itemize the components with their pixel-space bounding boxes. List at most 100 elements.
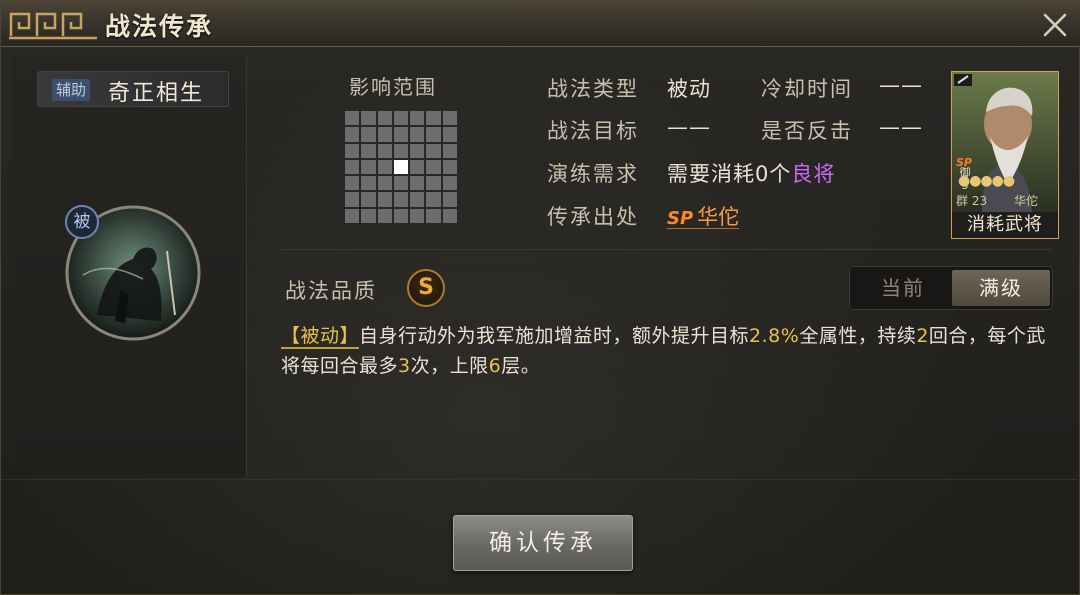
description-text-4: 次，上限 (410, 355, 489, 377)
cooldown-label: 冷却时间 (761, 77, 853, 101)
range-cell (393, 208, 409, 223)
range-cell (410, 192, 425, 207)
range-cell (426, 192, 441, 207)
range-cell (410, 127, 425, 142)
range-cell (345, 111, 360, 126)
range-cell (377, 192, 392, 207)
description-num-4: 6 (488, 355, 502, 377)
range-cell (410, 176, 425, 191)
range-cell (345, 192, 360, 207)
range-cell (393, 192, 409, 207)
range-cell (345, 208, 360, 223)
description-num-3: 3 (398, 355, 411, 377)
target-value: —— (667, 115, 711, 139)
dialog-title: 战法传承 (105, 12, 214, 41)
range-cell (377, 111, 392, 126)
bottom-divider (1, 479, 1080, 480)
drill-value: 需要消耗0个良将 (667, 158, 835, 188)
range-cell (361, 127, 376, 142)
drill-grade: 良将 (791, 162, 836, 186)
cooldown-value: —— (879, 73, 923, 97)
range-grid (345, 111, 457, 223)
skill-description: 【被动】自身行动外为我军施加增益时，额外提升目标2.8%全属性，持续2回合，每个… (281, 321, 1057, 381)
description-num-2: 2 (916, 325, 929, 347)
counter-value: —— (879, 115, 923, 139)
range-cell (377, 208, 392, 223)
source-link[interactable]: SP 华佗 (667, 201, 740, 229)
title-ornament-icon (9, 12, 97, 40)
range-cell (345, 176, 360, 191)
range-cell (442, 192, 457, 207)
range-cell (393, 176, 409, 191)
target-label: 战法目标 (547, 119, 639, 143)
general-sp-badge: SP (956, 156, 972, 169)
counter-label: 是否反击 (761, 119, 853, 143)
range-cell (361, 143, 376, 158)
range-cell (442, 208, 457, 223)
skill-name: 奇正相生 (108, 81, 205, 106)
description-tag: 【被动】 (281, 325, 360, 349)
range-cell (377, 127, 392, 142)
title-bar: 战法传承 (1, 1, 1080, 47)
range-cell (361, 208, 376, 223)
confirm-inherit-button[interactable]: 确认传承 (453, 515, 633, 571)
skill-type-value: 被动 (667, 77, 711, 101)
sp-badge: SP (667, 208, 694, 229)
range-cell (442, 143, 457, 158)
general-stars: ●●●●● (958, 173, 1015, 189)
drill-requirement-text: 需要消耗0个 (667, 162, 792, 186)
range-cell (426, 176, 441, 191)
range-cell-active (393, 159, 409, 175)
range-cell (361, 192, 376, 207)
range-cell (410, 159, 425, 175)
range-cell (393, 111, 409, 126)
source-general-name: 华佗 (697, 205, 740, 229)
range-label: 影响范围 (349, 75, 437, 99)
range-cell (426, 111, 441, 126)
drill-label: 演练需求 (547, 162, 639, 186)
range-cell (377, 143, 392, 158)
range-cell (393, 143, 409, 158)
range-cell (442, 127, 457, 142)
range-cell (345, 143, 360, 158)
range-cell (410, 111, 425, 126)
range-cell (426, 159, 441, 175)
description-num-1: 2.8% (749, 325, 800, 347)
skill-category-tag: 辅助 (52, 79, 91, 101)
range-cell (345, 159, 360, 175)
description-text-2: 全属性，持续 (799, 325, 917, 347)
range-cell (410, 208, 425, 223)
description-text-1: 自身行动外为我军施加增益时，额外提升目标 (359, 325, 750, 347)
consume-general-caption: 消耗武将 (952, 212, 1058, 238)
tab-current-level[interactable]: 当前 (854, 270, 952, 306)
range-cell (361, 111, 376, 126)
range-cell (361, 159, 376, 175)
range-cell (442, 176, 457, 191)
general-name: 华佗 (1014, 194, 1039, 208)
range-cell (377, 176, 392, 191)
range-cell (426, 127, 441, 142)
range-cell (361, 176, 376, 191)
skill-type-label: 战法类型 (547, 77, 639, 101)
divider (281, 249, 1051, 250)
general-card[interactable]: 御5 SP ●●●●● 群 23 华佗 消耗武将 (951, 71, 1059, 239)
range-cell (377, 159, 392, 175)
quality-label: 战法品质 (285, 279, 377, 303)
range-cell (410, 143, 425, 158)
tab-max-level[interactable]: 满级 (952, 270, 1050, 306)
description-text-5: 层。 (501, 355, 541, 377)
general-cost: 群 23 (956, 194, 988, 208)
skill-name-plate: 辅助 奇正相生 (37, 71, 229, 107)
range-cell (426, 208, 441, 223)
inheritance-dialog: 战法传承 辅助 奇正相生 被 影响范围 战法类型 被动 冷却时间 —— 战法目标… (0, 0, 1080, 595)
range-cell (393, 127, 409, 142)
quality-grade-badge: S (407, 269, 445, 307)
level-toggle: 当前 满级 (849, 266, 1053, 310)
range-cell (442, 159, 457, 175)
close-icon[interactable] (1039, 9, 1071, 41)
source-label: 传承出处 (547, 205, 639, 229)
skill-panel: 辅助 奇正相生 被 (11, 57, 247, 477)
range-cell (442, 111, 457, 126)
passive-badge: 被 (65, 205, 99, 239)
range-cell (345, 127, 360, 142)
